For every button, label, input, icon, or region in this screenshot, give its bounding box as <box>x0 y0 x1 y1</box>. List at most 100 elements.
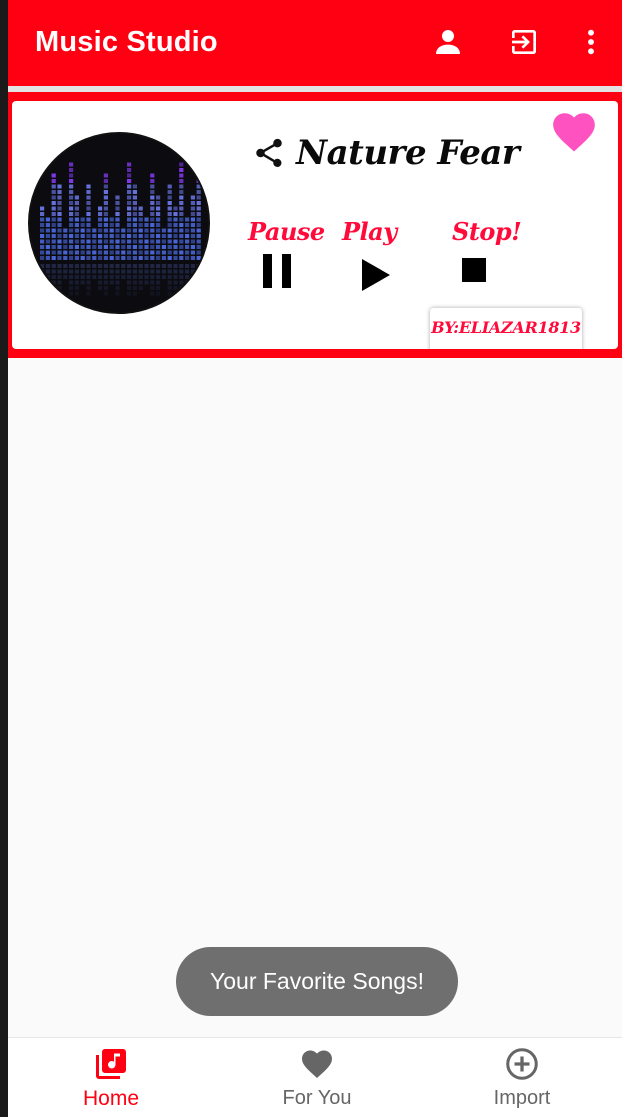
eq-segment <box>92 239 97 244</box>
nav-item-home[interactable]: Home <box>31 1038 191 1117</box>
eq-reflection <box>138 286 143 290</box>
eq-segment <box>173 250 178 255</box>
eq-segment <box>132 228 137 233</box>
eq-segment <box>161 256 166 260</box>
eq-segment <box>51 228 56 233</box>
eq-segment <box>80 223 85 227</box>
eq-segment <box>51 250 56 255</box>
eq-segment <box>185 217 190 222</box>
eq-reflection <box>132 264 137 268</box>
eq-segment <box>40 256 45 260</box>
eq-reflection <box>86 291 91 296</box>
eq-segment <box>69 162 74 167</box>
eq-segment <box>103 195 108 200</box>
eq-segment <box>121 245 126 249</box>
pause-button[interactable] <box>258 251 296 291</box>
eq-segment <box>167 250 172 255</box>
eq-segment <box>132 201 137 205</box>
stop-button[interactable] <box>460 255 488 285</box>
eq-segment <box>74 223 79 227</box>
eq-segment <box>51 217 56 222</box>
eq-segment <box>179 184 184 189</box>
eq-reflection <box>69 264 74 268</box>
eq-reflection <box>196 275 201 279</box>
eq-segment <box>150 195 155 200</box>
eq-segment <box>132 190 137 194</box>
eq-segment <box>132 234 137 238</box>
play-button[interactable] <box>358 255 394 295</box>
eq-segment <box>115 228 120 233</box>
eq-segment <box>127 245 132 249</box>
eq-segment <box>57 217 62 222</box>
eq-reflection <box>179 269 184 274</box>
eq-reflection <box>69 269 74 274</box>
eq-segment <box>115 256 120 260</box>
eq-reflection <box>167 286 172 290</box>
eq-segment <box>190 195 195 200</box>
eq-segment <box>51 234 56 238</box>
eq-segment <box>156 239 161 244</box>
eq-segment <box>185 256 190 260</box>
eq-segment <box>132 184 137 189</box>
eq-reflection <box>138 269 143 274</box>
eq-segment <box>98 212 103 216</box>
eq-segment <box>80 234 85 238</box>
eq-segment <box>103 184 108 189</box>
eq-reflection <box>156 291 161 296</box>
eq-segment <box>196 223 201 227</box>
eq-segment <box>132 245 137 249</box>
eq-reflection <box>74 291 79 296</box>
eq-segment <box>74 245 79 249</box>
eq-segment <box>69 206 74 211</box>
eq-reflection <box>69 286 74 290</box>
eq-reflection <box>57 275 62 279</box>
song-card[interactable]: Nature Fear Pause Play Stop! BY:ELIAZAR1… <box>12 101 618 349</box>
eq-segment <box>127 228 132 233</box>
eq-segment <box>156 228 161 233</box>
eq-segment <box>40 239 45 244</box>
eq-reflection <box>144 264 149 268</box>
eq-segment <box>103 223 108 227</box>
eq-reflection <box>80 275 85 279</box>
eq-segment <box>69 245 74 249</box>
eq-reflection <box>98 280 103 285</box>
eq-reflection <box>74 269 79 274</box>
app-screen: Music Studio Nature Fear Pause Play Stop… <box>0 0 622 1117</box>
eq-segment <box>98 250 103 255</box>
eq-segment <box>103 245 108 249</box>
eq-reflection <box>173 286 178 290</box>
eq-segment <box>179 212 184 216</box>
eq-segment <box>57 206 62 211</box>
eq-segment <box>179 223 184 227</box>
eq-segment <box>57 190 62 194</box>
share-icon[interactable] <box>252 136 286 170</box>
eq-segment <box>161 234 166 238</box>
eq-segment <box>74 217 79 222</box>
eq-segment <box>45 228 50 233</box>
nav-item-import[interactable]: Import <box>442 1038 602 1117</box>
eq-segment <box>167 190 172 194</box>
eq-segment <box>92 250 97 255</box>
eq-segment <box>196 239 201 244</box>
eq-segment <box>109 217 114 222</box>
eq-segment <box>86 250 91 255</box>
eq-segment <box>86 223 91 227</box>
favorite-heart-icon[interactable] <box>548 107 600 157</box>
eq-reflection <box>132 275 137 279</box>
eq-segment <box>115 250 120 255</box>
nav-item-for-you[interactable]: For You <box>237 1038 397 1117</box>
eq-segment <box>103 250 108 255</box>
eq-segment <box>80 256 85 260</box>
eq-reflection <box>173 269 178 274</box>
eq-reflection <box>86 286 91 290</box>
exit-icon[interactable] <box>506 24 542 60</box>
eq-reflection <box>167 269 172 274</box>
eq-segment <box>127 162 132 167</box>
more-vert-icon[interactable] <box>573 24 609 60</box>
profile-icon[interactable] <box>430 24 466 60</box>
eq-reflection <box>190 286 195 290</box>
eq-segment <box>121 228 126 233</box>
eq-segment <box>98 239 103 244</box>
eq-segment <box>98 206 103 211</box>
eq-segment <box>190 223 195 227</box>
